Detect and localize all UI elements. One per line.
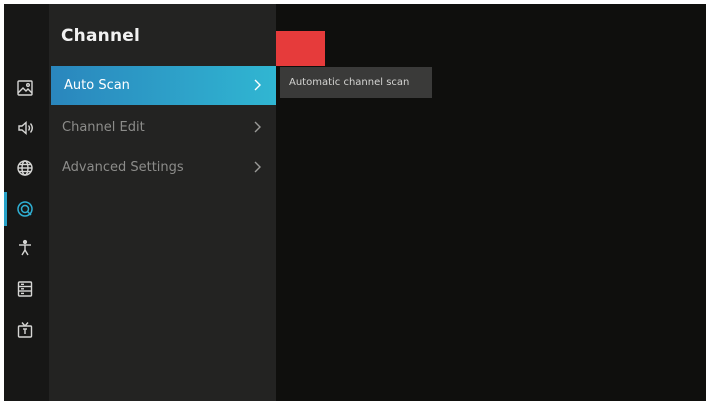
menu-item-channel-edit[interactable]: Channel Edit <box>49 108 276 147</box>
menu-item-label: Advanced Settings <box>62 160 184 175</box>
highlight-marker <box>276 31 325 66</box>
tv-settings-screen: Channel Auto Scan Channel Edit Advanced … <box>4 4 706 401</box>
network-globe-icon[interactable] <box>14 157 36 179</box>
tv-icon[interactable] <box>14 319 36 341</box>
chevron-right-icon <box>254 121 261 133</box>
menu-item-auto-scan[interactable]: Auto Scan <box>51 66 276 105</box>
active-category-indicator <box>4 192 7 226</box>
sound-icon[interactable] <box>14 117 36 139</box>
menu-item-label: Auto Scan <box>64 78 130 93</box>
content-area: Automatic channel scan <box>276 4 706 401</box>
menu-item-advanced-settings[interactable]: Advanced Settings <box>49 148 276 187</box>
channel-menu-panel: Channel Auto Scan Channel Edit Advanced … <box>49 4 276 401</box>
channel-icon[interactable] <box>14 198 36 220</box>
accessibility-icon[interactable] <box>14 237 36 259</box>
settings-category-rail <box>4 4 49 401</box>
chevron-right-icon <box>254 161 261 173</box>
chevron-right-icon <box>254 79 261 91</box>
picture-icon[interactable] <box>14 77 36 99</box>
tooltip-text: Automatic channel scan <box>289 77 410 88</box>
item-description-tooltip: Automatic channel scan <box>280 67 432 98</box>
menu-item-label: Channel Edit <box>62 120 145 135</box>
page-title: Channel <box>61 26 141 46</box>
system-icon[interactable] <box>14 278 36 300</box>
